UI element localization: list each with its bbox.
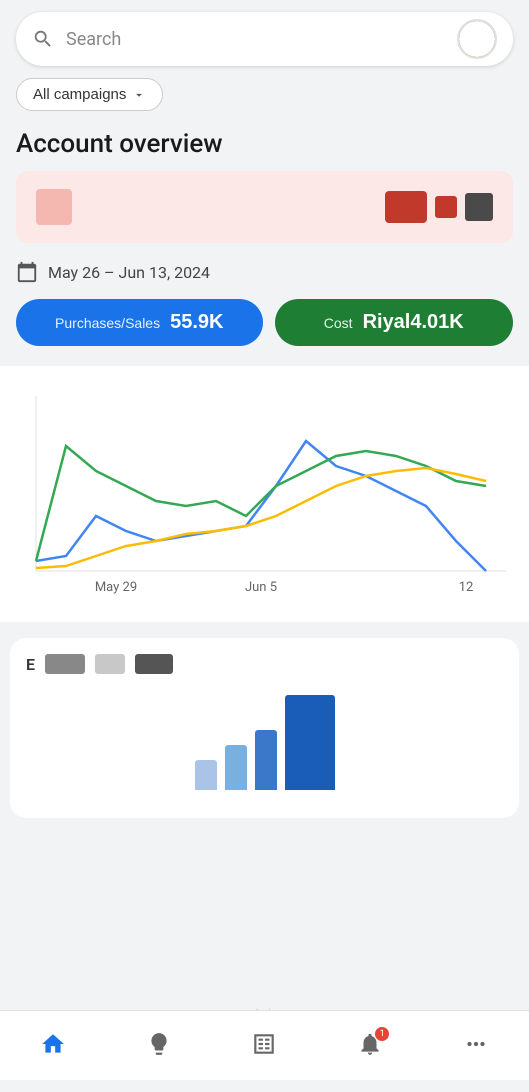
nav-ideas[interactable] — [146, 1031, 172, 1057]
table-icon — [251, 1031, 277, 1057]
pink-swatch-left — [36, 189, 72, 225]
date-range-text: May 26 – Jun 13, 2024 — [48, 263, 210, 282]
pink-banner — [16, 171, 513, 243]
swatch-red-small — [435, 196, 457, 218]
nav-home[interactable] — [40, 1031, 66, 1057]
campaigns-label: All campaigns — [33, 86, 126, 103]
cost-button[interactable]: Cost Riyal4.01K — [275, 299, 514, 346]
purchases-sales-button[interactable]: Purchases/Sales 55.9K — [16, 299, 263, 346]
nav-notifications[interactable]: 1 — [357, 1031, 383, 1057]
card-letter: E — [26, 655, 35, 674]
home-icon — [40, 1031, 66, 1057]
cost-label: Cost — [324, 315, 353, 331]
search-placeholder: Search — [66, 29, 457, 50]
campaigns-row: All campaigns — [0, 78, 529, 121]
second-card: E — [10, 638, 519, 818]
second-card-header: E — [26, 654, 503, 674]
purchases-value: 55.9K — [170, 311, 223, 334]
line-chart-area: May 29 Jun 5 12 — [0, 366, 529, 622]
nav-more[interactable] — [463, 1031, 489, 1057]
bar-2 — [225, 745, 247, 790]
nav-campaigns[interactable] — [251, 1031, 277, 1057]
campaigns-dropdown[interactable]: All campaigns — [16, 78, 163, 111]
pink-swatches-right — [385, 191, 493, 223]
bar-1 — [195, 760, 217, 790]
search-bar: Search — [16, 12, 513, 66]
avatar[interactable] — [457, 19, 497, 59]
more-icon — [463, 1031, 489, 1057]
lightbulb-icon — [146, 1031, 172, 1057]
svg-text:Jun 5: Jun 5 — [245, 580, 277, 595]
chevron-down-icon — [132, 88, 146, 102]
cost-value: Riyal4.01K — [363, 311, 464, 334]
calendar-icon — [16, 261, 38, 283]
line-chart: May 29 Jun 5 12 — [16, 386, 513, 606]
page-title: Account overview — [0, 121, 529, 171]
bar-chart — [26, 694, 503, 794]
swatch-red-large — [385, 191, 427, 223]
purchases-label: Purchases/Sales — [55, 315, 160, 331]
bottom-nav: 1 — [0, 1010, 529, 1080]
bar-4 — [285, 695, 335, 790]
svg-text:May 29: May 29 — [95, 580, 137, 595]
swatch-gray-large — [45, 654, 85, 674]
metric-buttons: Purchases/Sales 55.9K Cost Riyal4.01K — [0, 299, 529, 366]
notification-badge: 1 — [375, 1027, 389, 1041]
date-range-row: May 26 – Jun 13, 2024 — [0, 257, 529, 299]
search-icon — [32, 28, 54, 50]
swatch-dark — [465, 193, 493, 221]
swatch-gray-dark — [135, 654, 173, 674]
swatch-gray-light — [95, 654, 125, 674]
svg-text:12: 12 — [459, 580, 474, 595]
bar-3 — [255, 730, 277, 790]
